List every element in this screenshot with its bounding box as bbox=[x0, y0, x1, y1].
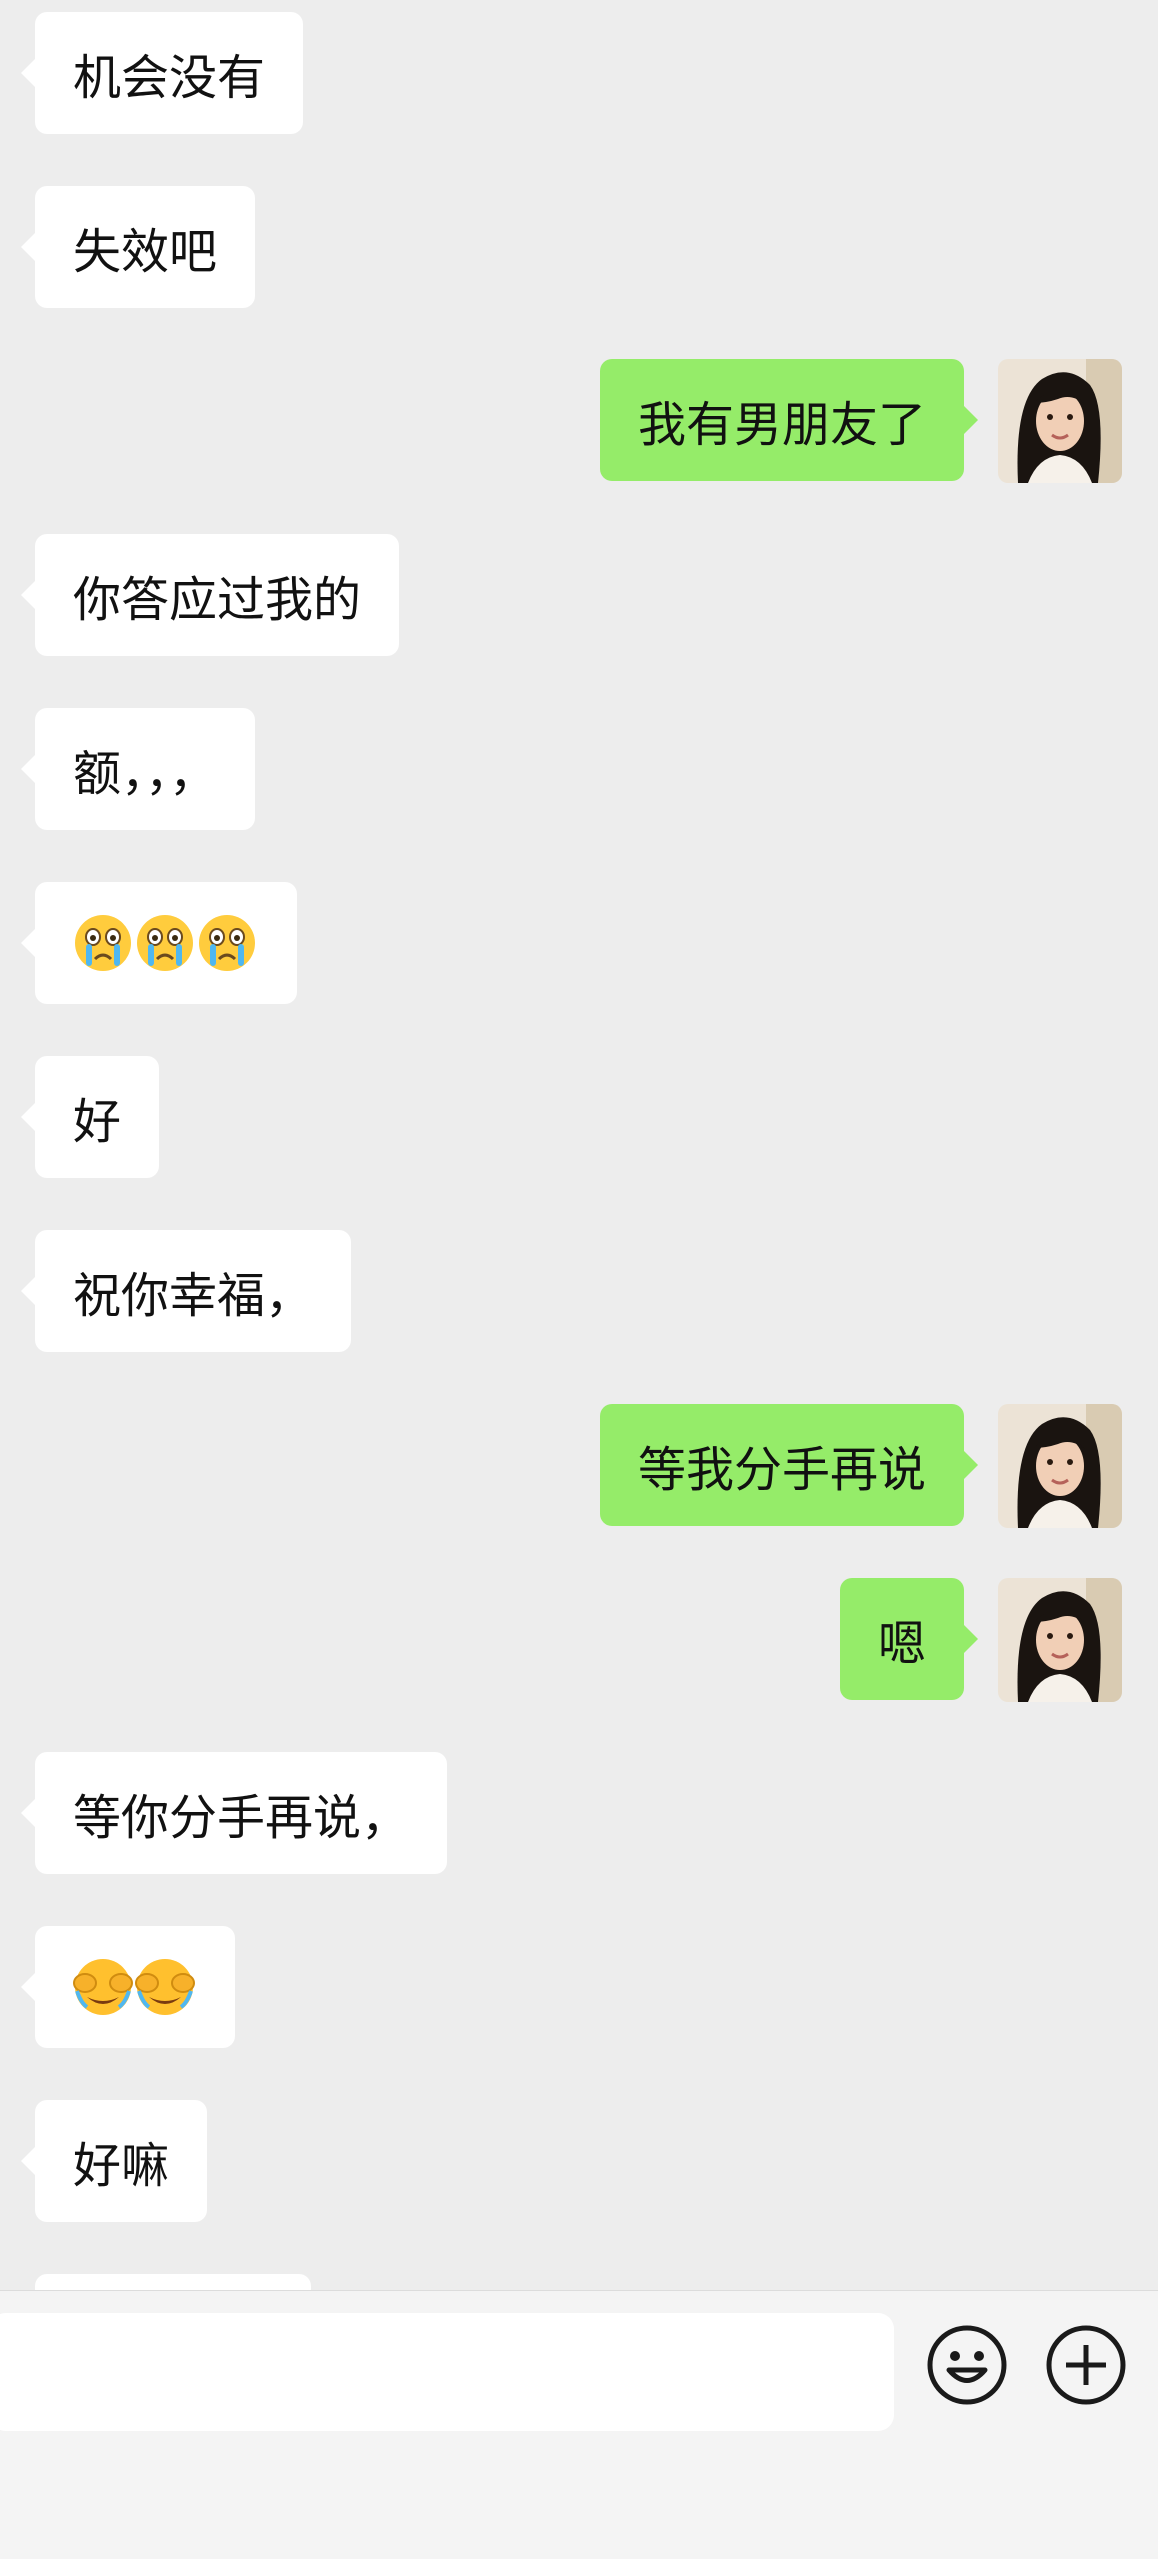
incoming-message-bubble[interactable]: 祝你幸福， bbox=[20, 1230, 352, 1352]
incoming-message-bubble[interactable]: 额，，， bbox=[20, 708, 256, 830]
avatar[interactable] bbox=[998, 1404, 1122, 1528]
outgoing-message-bubble[interactable]: 我有男朋友了 bbox=[599, 359, 979, 481]
crying-face-icon bbox=[197, 913, 257, 973]
avatar[interactable] bbox=[998, 359, 1122, 483]
more-button[interactable] bbox=[1044, 2323, 1128, 2407]
incoming-message-bubble[interactable]: 失效吧 bbox=[20, 186, 256, 308]
chat-area[interactable]: 机会没有 失效吧 我有男朋友了 你答应过我的 额，，， 好 祝你幸福， 等我分手… bbox=[0, 0, 1158, 2290]
outgoing-message-bubble[interactable]: 等我分手再说 bbox=[599, 1404, 979, 1526]
emoji-icon bbox=[927, 2325, 1007, 2405]
incoming-emoji-bubble[interactable] bbox=[21, 1926, 235, 2048]
incoming-message-bubble[interactable]: 你答应过我的 bbox=[20, 534, 400, 656]
incoming-emoji-bubble[interactable] bbox=[21, 882, 297, 1004]
incoming-message-bubble[interactable]: 好 bbox=[20, 1056, 160, 1178]
facepalm-cry-icon bbox=[135, 1957, 195, 2017]
avatar[interactable] bbox=[998, 1578, 1122, 1702]
message-input[interactable] bbox=[0, 2313, 894, 2431]
incoming-message-bubble[interactable]: 好嘛 bbox=[20, 2100, 208, 2222]
facepalm-cry-icon bbox=[73, 1957, 133, 2017]
incoming-message-bubble[interactable] bbox=[35, 2274, 311, 2290]
crying-face-icon bbox=[73, 913, 133, 973]
plus-icon bbox=[1046, 2325, 1126, 2405]
outgoing-message-bubble[interactable]: 嗯 bbox=[839, 1578, 979, 1700]
incoming-message-bubble[interactable]: 等你分手再说， bbox=[20, 1752, 448, 1874]
emoji-button[interactable] bbox=[925, 2323, 1009, 2407]
incoming-message-bubble[interactable]: 机会没有 bbox=[20, 12, 304, 134]
input-bar bbox=[0, 2290, 1158, 2559]
crying-face-icon bbox=[135, 913, 195, 973]
